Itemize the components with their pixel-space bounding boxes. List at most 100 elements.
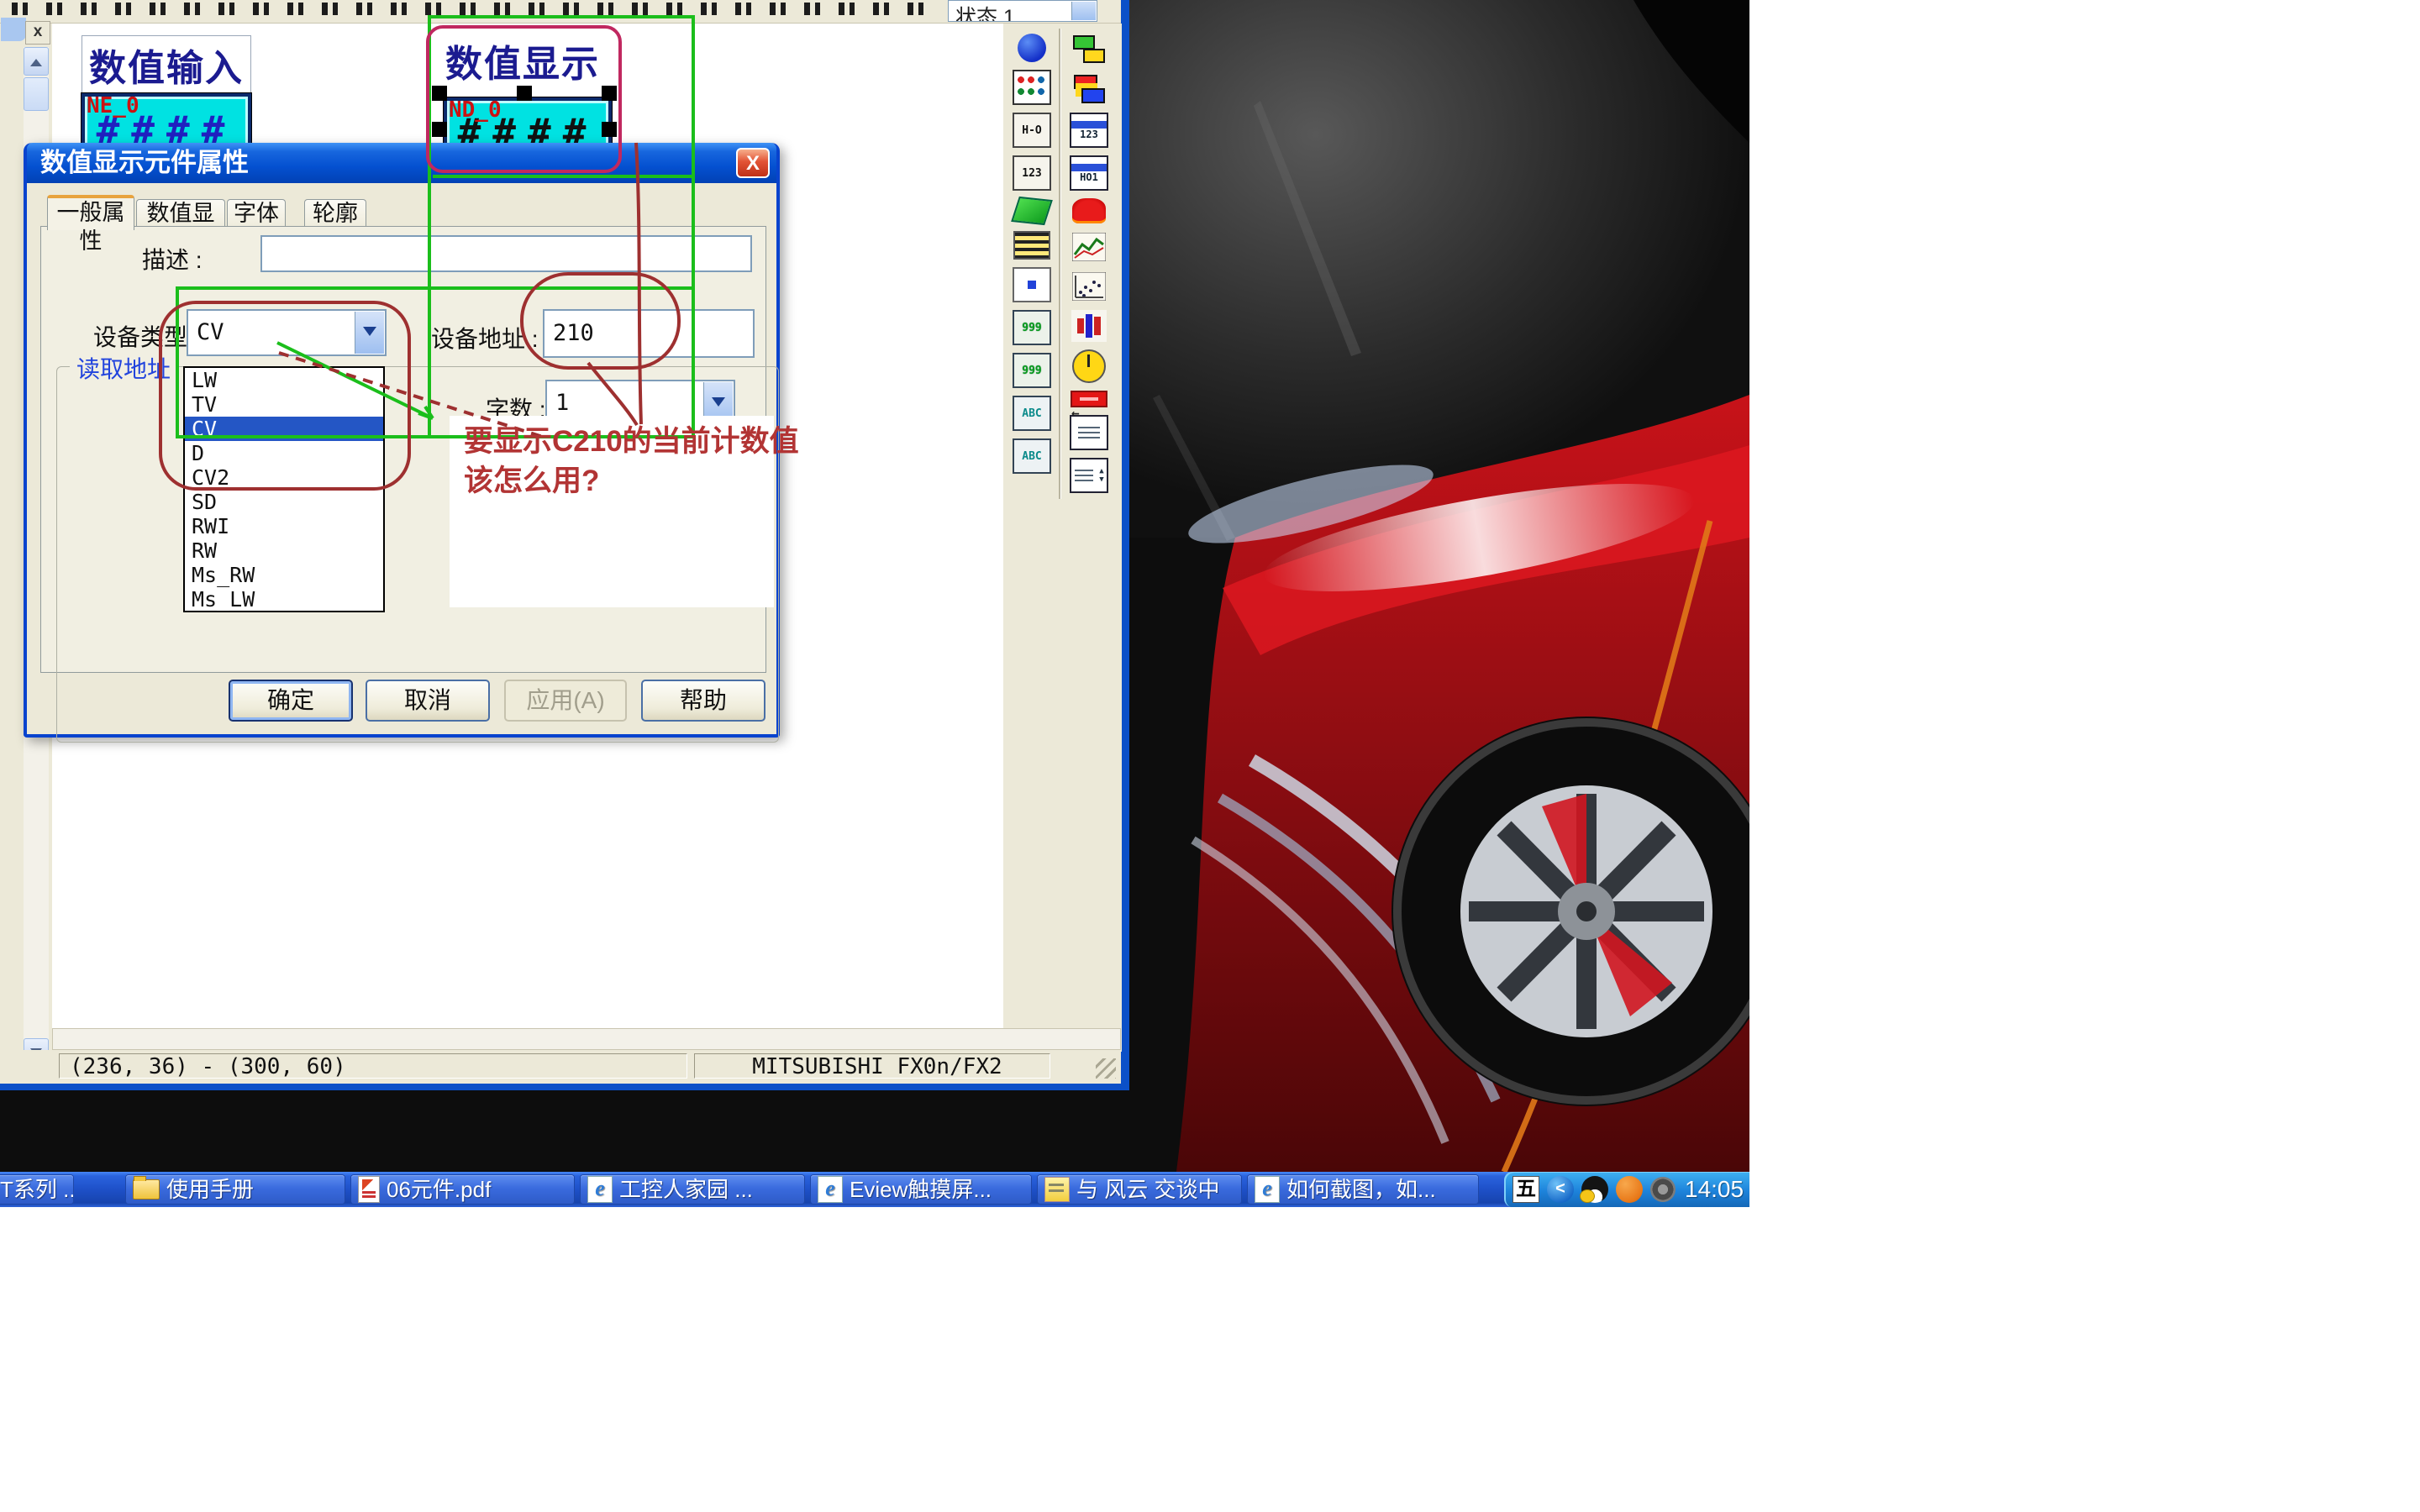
scroll-up-button[interactable] [24, 47, 49, 76]
top-toolbar: 状态 1 [0, 0, 1121, 24]
taskbar-item-eview[interactable]: e Eview触摸屏... [811, 1175, 1031, 1204]
device-type-label: 设备类型 : [93, 319, 201, 353]
panel-corner [1, 18, 26, 41]
status-bar: (236, 36) - (300, 60) MITSUBISHI FX0n/FX… [0, 1050, 1121, 1084]
word-lamp-icon[interactable] [1013, 70, 1051, 105]
read-address-group-label: 读取地址 [70, 351, 177, 385]
bit-lamp-icon[interactable] [1018, 34, 1046, 62]
taskbar-item-manual[interactable]: 使用手册 [126, 1175, 345, 1204]
device-type-dropdown-list[interactable]: LW TV CV D CV2 SD RWI RW Ms_RW Ms_LW [183, 366, 385, 612]
dropdown-option[interactable]: Ms_RW [185, 563, 383, 587]
dropdown-option[interactable]: TV [185, 392, 383, 417]
tab-general[interactable]: 一般属性 [47, 195, 134, 230]
cancel-button[interactable]: 取消 [366, 680, 490, 722]
window-switch-icon[interactable]: HO1 [1070, 155, 1108, 191]
taskbar-item-pdf[interactable]: 06元件.pdf [351, 1175, 574, 1204]
ie-icon: e [1255, 1176, 1280, 1203]
ime-indicator[interactable]: 五 [1512, 1176, 1539, 1203]
device-address-input[interactable]: 210 [543, 309, 755, 358]
tab-numeric-display[interactable]: 数值显示 [136, 199, 225, 228]
annotation-question-line1: 要显示C210的当前计数值 [464, 422, 799, 461]
camera-icon[interactable] [1650, 1177, 1676, 1202]
ascii-entry-icon[interactable]: ABC [1013, 438, 1051, 474]
description-input[interactable] [260, 235, 752, 272]
selection-handle[interactable] [432, 122, 447, 137]
taskbar-item-chat[interactable]: 与 风云 交谈中 [1038, 1175, 1241, 1204]
chevron-down-icon[interactable] [355, 312, 384, 354]
state-combo[interactable]: 状态 1 [948, 0, 1097, 22]
resize-grip[interactable] [1096, 1058, 1116, 1079]
annotation-question: 要显示C210的当前计数值 该怎么用? [464, 422, 799, 501]
toggle-switch-icon[interactable]: H-O [1013, 113, 1051, 148]
description-label: 描述 : [142, 242, 203, 276]
taskbar-item-t-series[interactable]: T系列 ... [0, 1175, 73, 1204]
device-address-label: 设备地址 : [431, 321, 539, 354]
dropdown-option[interactable]: LW [185, 368, 383, 392]
selection-handle[interactable] [602, 86, 617, 101]
numeric-input-tag: NE_0 [87, 93, 139, 118]
numeric-display-title[interactable]: 数值显示 [445, 34, 600, 87]
trend-chart-icon[interactable] [1071, 231, 1107, 263]
numeric-display-icon[interactable]: 999 [1013, 310, 1051, 345]
toolbox-divider [1059, 29, 1061, 499]
dropdown-option-selected[interactable]: CV [185, 417, 383, 441]
function-button-icon[interactable] [1011, 197, 1053, 225]
element-toolbox: H-O 123 999 999 ABC ABC 123 HO1 [1002, 24, 1122, 1052]
meter-display-icon[interactable] [1072, 349, 1106, 383]
chevron-down-icon[interactable] [1071, 2, 1096, 20]
horizontal-scrollbar[interactable] [52, 1028, 1121, 1050]
event-display-icon[interactable] [1070, 458, 1108, 493]
numeric-display-icon-2[interactable]: 999 [1013, 353, 1051, 388]
dropdown-option[interactable]: RWI [185, 514, 383, 538]
window-bit-icon[interactable] [1013, 267, 1051, 302]
xy-scatter-icon[interactable] [1071, 270, 1107, 302]
dropdown-option[interactable]: CV2 [185, 465, 383, 490]
selection-handle[interactable] [602, 122, 617, 137]
selection-handle[interactable] [517, 86, 532, 101]
taskbar-item-screenshot[interactable]: e 如何截图，如... [1248, 1175, 1478, 1204]
tray-chevron-icon[interactable]: < [1547, 1176, 1574, 1203]
tab-font[interactable]: 字体 [227, 199, 286, 228]
close-icon[interactable]: X [736, 148, 770, 178]
dropdown-option[interactable]: Ms_LW [185, 587, 383, 612]
clock: 14:05 [1685, 1176, 1744, 1203]
selection-handle[interactable] [432, 86, 447, 101]
ie-icon: e [818, 1176, 843, 1203]
tab-outline[interactable]: 轮廓 [304, 199, 366, 228]
alarm-display-icon[interactable] [1072, 198, 1106, 223]
state-combo-value: 状态 1 [955, 6, 1015, 22]
apply-button[interactable]: 应用(A) [504, 680, 627, 722]
taskbar: T系列 ... 使用手册 06元件.pdf e 工控人家园 ... e Evie… [0, 1172, 1749, 1207]
device-type-combo[interactable]: CV [187, 309, 387, 356]
direct-window-icon[interactable] [1071, 34, 1107, 66]
window-numeric-icon[interactable]: 123 [1070, 113, 1108, 148]
taskbar-item-forum[interactable]: e 工控人家园 ... [581, 1175, 804, 1204]
triangle-up-icon [30, 53, 42, 66]
help-button[interactable]: 帮助 [641, 680, 765, 722]
numeric-display-tag: ND_0 [449, 97, 502, 123]
message-icon [1044, 1177, 1070, 1202]
pdf-icon [358, 1176, 380, 1203]
dialog-title: 数值显示元件属性 [40, 148, 249, 177]
annotation-question-line2: 该怎么用? [464, 461, 799, 501]
moving-text-icon[interactable] [1013, 231, 1050, 260]
system-tray: 五 < 14:05 [1504, 1172, 1749, 1207]
bar-graph-icon[interactable] [1071, 310, 1107, 342]
toolbar-clipped-icons[interactable] [12, 3, 936, 15]
status-plc-type: MITSUBISHI FX0n/FX2 [694, 1053, 1050, 1079]
ok-button[interactable]: 确定 [229, 680, 353, 722]
qq-icon[interactable] [1581, 1176, 1608, 1203]
numeric-entry-icon[interactable]: 123 [1013, 155, 1051, 191]
scroll-thumb[interactable] [24, 77, 49, 111]
recipe-transfer-icon[interactable] [1070, 415, 1108, 450]
dialog-titlebar[interactable]: 数值显示元件属性 X [27, 143, 776, 183]
dropdown-option[interactable]: D [185, 441, 383, 465]
ascii-display-icon[interactable]: ABC [1013, 396, 1051, 431]
numeric-input-title[interactable]: 数值输入 [82, 35, 251, 94]
screen: 状态 1 x 数值输入 NE_0 #### 数值显示 ND_0 #### [0, 0, 2420, 1512]
panel-close-button[interactable]: x [25, 21, 50, 45]
messenger-icon[interactable] [1616, 1176, 1643, 1203]
dropdown-option[interactable]: SD [185, 490, 383, 514]
dropdown-option[interactable]: RW [185, 538, 383, 563]
indirect-window-icon[interactable] [1071, 73, 1107, 105]
